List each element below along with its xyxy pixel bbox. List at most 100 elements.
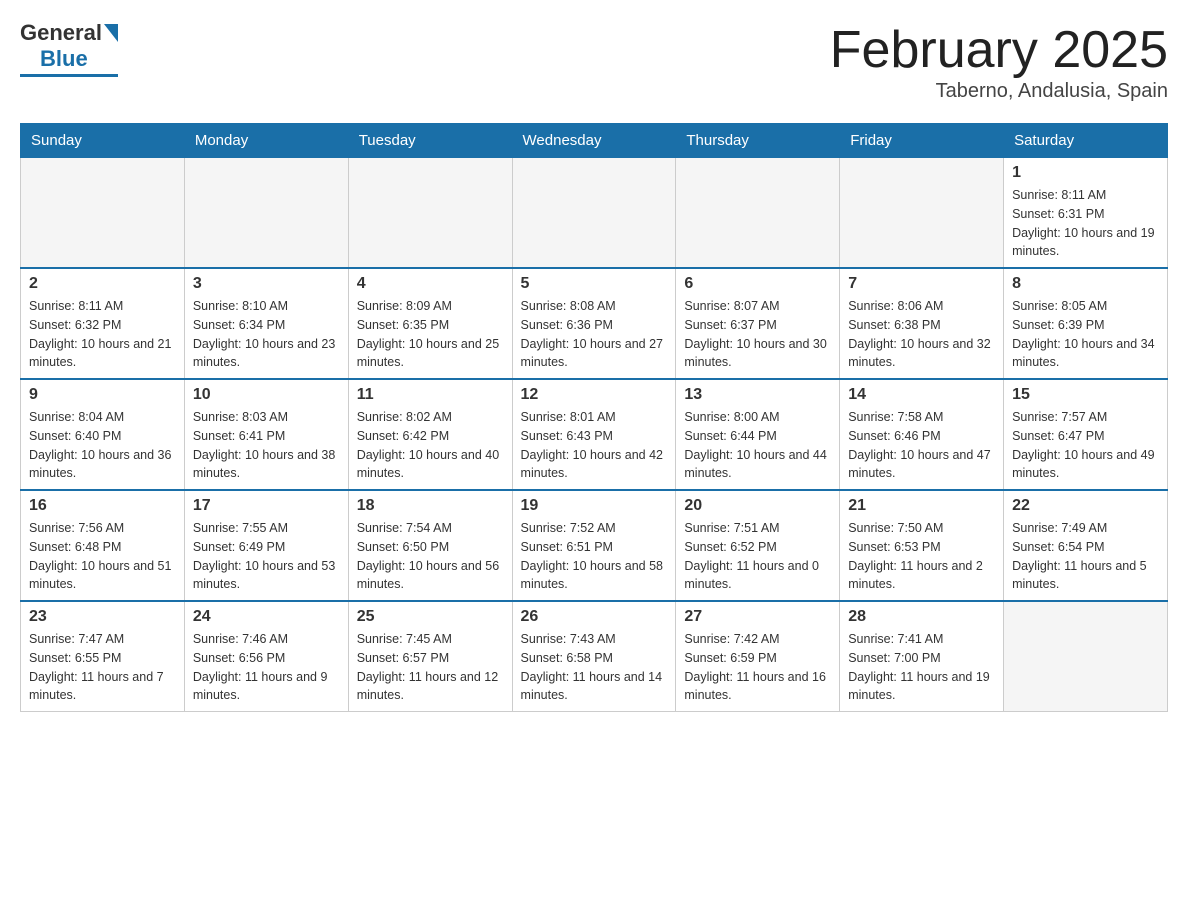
day-number: 10 [193,386,340,404]
day-info: Sunrise: 8:03 AMSunset: 6:41 PMDaylight:… [193,408,340,483]
calendar-cell: 27 Sunrise: 7:42 AMSunset: 6:59 PMDayligh… [676,601,840,712]
calendar-week-row: 9 Sunrise: 8:04 AMSunset: 6:40 PMDaylight… [21,379,1168,490]
day-info: Sunrise: 8:05 AMSunset: 6:39 PMDaylight:… [1012,297,1159,372]
logo-general-text: General [20,20,102,46]
calendar-cell: 2 Sunrise: 8:11 AMSunset: 6:32 PMDaylight… [21,268,185,379]
day-info: Sunrise: 8:09 AMSunset: 6:35 PMDaylight:… [357,297,504,372]
day-number: 22 [1012,497,1159,515]
calendar-cell [840,158,1004,269]
day-number: 2 [29,275,176,293]
day-number: 17 [193,497,340,515]
day-number: 23 [29,608,176,626]
page-header: General Blue February 2025 Taberno, Anda… [20,20,1168,103]
day-number: 20 [684,497,831,515]
day-info: Sunrise: 8:06 AMSunset: 6:38 PMDaylight:… [848,297,995,372]
day-number: 26 [521,608,668,626]
calendar-cell: 10 Sunrise: 8:03 AMSunset: 6:41 PMDayligh… [184,379,348,490]
logo-arrow-icon [104,24,118,42]
calendar-cell: 21 Sunrise: 7:50 AMSunset: 6:53 PMDayligh… [840,490,1004,601]
day-info: Sunrise: 8:02 AMSunset: 6:42 PMDaylight:… [357,408,504,483]
calendar-cell: 20Sunrise: 7:51 AMSunset: 6:52 PMDayligh… [676,490,840,601]
day-number: 13 [684,386,831,404]
day-info: Sunrise: 7:52 AMSunset: 6:51 PMDaylight:… [521,519,668,594]
calendar-cell: 15 Sunrise: 7:57 AMSunset: 6:47 PMDayligh… [1004,379,1168,490]
day-info: Sunrise: 8:11 AMSunset: 6:32 PMDaylight:… [29,297,176,372]
day-info: Sunrise: 7:50 AMSunset: 6:53 PMDaylight:… [848,519,995,594]
calendar-cell: 13 Sunrise: 8:00 AMSunset: 6:44 PMDayligh… [676,379,840,490]
calendar-cell: 14Sunrise: 7:58 AMSunset: 6:46 PMDayligh… [840,379,1004,490]
calendar-week-row: 1 Sunrise: 8:11 AMSunset: 6:31 PMDaylight… [21,158,1168,269]
calendar-cell: 9 Sunrise: 8:04 AMSunset: 6:40 PMDaylight… [21,379,185,490]
day-info: Sunrise: 8:11 AMSunset: 6:31 PMDaylight:… [1012,186,1159,261]
title-block: February 2025 Taberno, Andalusia, Spain [830,20,1168,103]
day-number: 21 [848,497,995,515]
calendar-header-thursday: Thursday [676,124,840,158]
logo: General Blue [20,20,118,77]
calendar-week-row: 2 Sunrise: 8:11 AMSunset: 6:32 PMDaylight… [21,268,1168,379]
day-info: Sunrise: 7:55 AMSunset: 6:49 PMDaylight:… [193,519,340,594]
day-info: Sunrise: 8:01 AMSunset: 6:43 PMDaylight:… [521,408,668,483]
day-number: 4 [357,275,504,293]
day-number: 16 [29,497,176,515]
day-number: 5 [521,275,668,293]
calendar-cell: 5 Sunrise: 8:08 AMSunset: 6:36 PMDaylight… [512,268,676,379]
day-info: Sunrise: 8:10 AMSunset: 6:34 PMDaylight:… [193,297,340,372]
day-info: Sunrise: 7:56 AMSunset: 6:48 PMDaylight:… [29,519,176,594]
calendar-cell [21,158,185,269]
calendar-cell: 23 Sunrise: 7:47 AMSunset: 6:55 PMDayligh… [21,601,185,712]
calendar-cell: 8 Sunrise: 8:05 AMSunset: 6:39 PMDaylight… [1004,268,1168,379]
day-info: Sunrise: 7:42 AMSunset: 6:59 PMDaylight:… [684,630,831,705]
calendar-week-row: 23 Sunrise: 7:47 AMSunset: 6:55 PMDayligh… [21,601,1168,712]
day-info: Sunrise: 8:07 AMSunset: 6:37 PMDaylight:… [684,297,831,372]
calendar-cell: 12Sunrise: 8:01 AMSunset: 6:43 PMDayligh… [512,379,676,490]
day-number: 19 [521,497,668,515]
day-number: 1 [1012,164,1159,182]
calendar-header-tuesday: Tuesday [348,124,512,158]
calendar-cell: 19 Sunrise: 7:52 AMSunset: 6:51 PMDayligh… [512,490,676,601]
logo-blue-text: Blue [40,46,88,72]
calendar-cell [512,158,676,269]
day-info: Sunrise: 8:04 AMSunset: 6:40 PMDaylight:… [29,408,176,483]
logo-underline [20,74,118,77]
day-info: Sunrise: 7:54 AMSunset: 6:50 PMDaylight:… [357,519,504,594]
calendar-header-monday: Monday [184,124,348,158]
calendar-header-friday: Friday [840,124,1004,158]
calendar-cell: 4 Sunrise: 8:09 AMSunset: 6:35 PMDaylight… [348,268,512,379]
day-number: 6 [684,275,831,293]
calendar-cell [1004,601,1168,712]
calendar-cell [348,158,512,269]
calendar-week-row: 16 Sunrise: 7:56 AMSunset: 6:48 PMDayligh… [21,490,1168,601]
day-number: 11 [357,386,504,404]
day-number: 9 [29,386,176,404]
calendar-cell: 16 Sunrise: 7:56 AMSunset: 6:48 PMDayligh… [21,490,185,601]
calendar-cell: 6 Sunrise: 8:07 AMSunset: 6:37 PMDaylight… [676,268,840,379]
calendar-header-sunday: Sunday [21,124,185,158]
calendar-cell: 1 Sunrise: 8:11 AMSunset: 6:31 PMDaylight… [1004,158,1168,269]
day-number: 8 [1012,275,1159,293]
calendar-cell: 22 Sunrise: 7:49 AMSunset: 6:54 PMDayligh… [1004,490,1168,601]
day-number: 15 [1012,386,1159,404]
calendar-header-row: SundayMondayTuesdayWednesdayThursdayFrid… [21,124,1168,158]
day-info: Sunrise: 8:08 AMSunset: 6:36 PMDaylight:… [521,297,668,372]
calendar-header-wednesday: Wednesday [512,124,676,158]
day-info: Sunrise: 8:00 AMSunset: 6:44 PMDaylight:… [684,408,831,483]
calendar-cell: 26 Sunrise: 7:43 AMSunset: 6:58 PMDayligh… [512,601,676,712]
day-number: 28 [848,608,995,626]
calendar-cell: 18Sunrise: 7:54 AMSunset: 6:50 PMDayligh… [348,490,512,601]
calendar-table: SundayMondayTuesdayWednesdayThursdayFrid… [20,123,1168,712]
calendar-cell: 17 Sunrise: 7:55 AMSunset: 6:49 PMDayligh… [184,490,348,601]
day-info: Sunrise: 7:57 AMSunset: 6:47 PMDaylight:… [1012,408,1159,483]
day-info: Sunrise: 7:43 AMSunset: 6:58 PMDaylight:… [521,630,668,705]
day-number: 27 [684,608,831,626]
day-info: Sunrise: 7:47 AMSunset: 6:55 PMDaylight:… [29,630,176,705]
day-info: Sunrise: 7:49 AMSunset: 6:54 PMDaylight:… [1012,519,1159,594]
day-info: Sunrise: 7:46 AMSunset: 6:56 PMDaylight:… [193,630,340,705]
location-subtitle: Taberno, Andalusia, Spain [830,80,1168,103]
day-number: 7 [848,275,995,293]
day-number: 25 [357,608,504,626]
day-info: Sunrise: 7:41 AMSunset: 7:00 PMDaylight:… [848,630,995,705]
calendar-cell: 25Sunrise: 7:45 AMSunset: 6:57 PMDayligh… [348,601,512,712]
calendar-cell: 3Sunrise: 8:10 AMSunset: 6:34 PMDaylight… [184,268,348,379]
calendar-header-saturday: Saturday [1004,124,1168,158]
day-info: Sunrise: 7:58 AMSunset: 6:46 PMDaylight:… [848,408,995,483]
